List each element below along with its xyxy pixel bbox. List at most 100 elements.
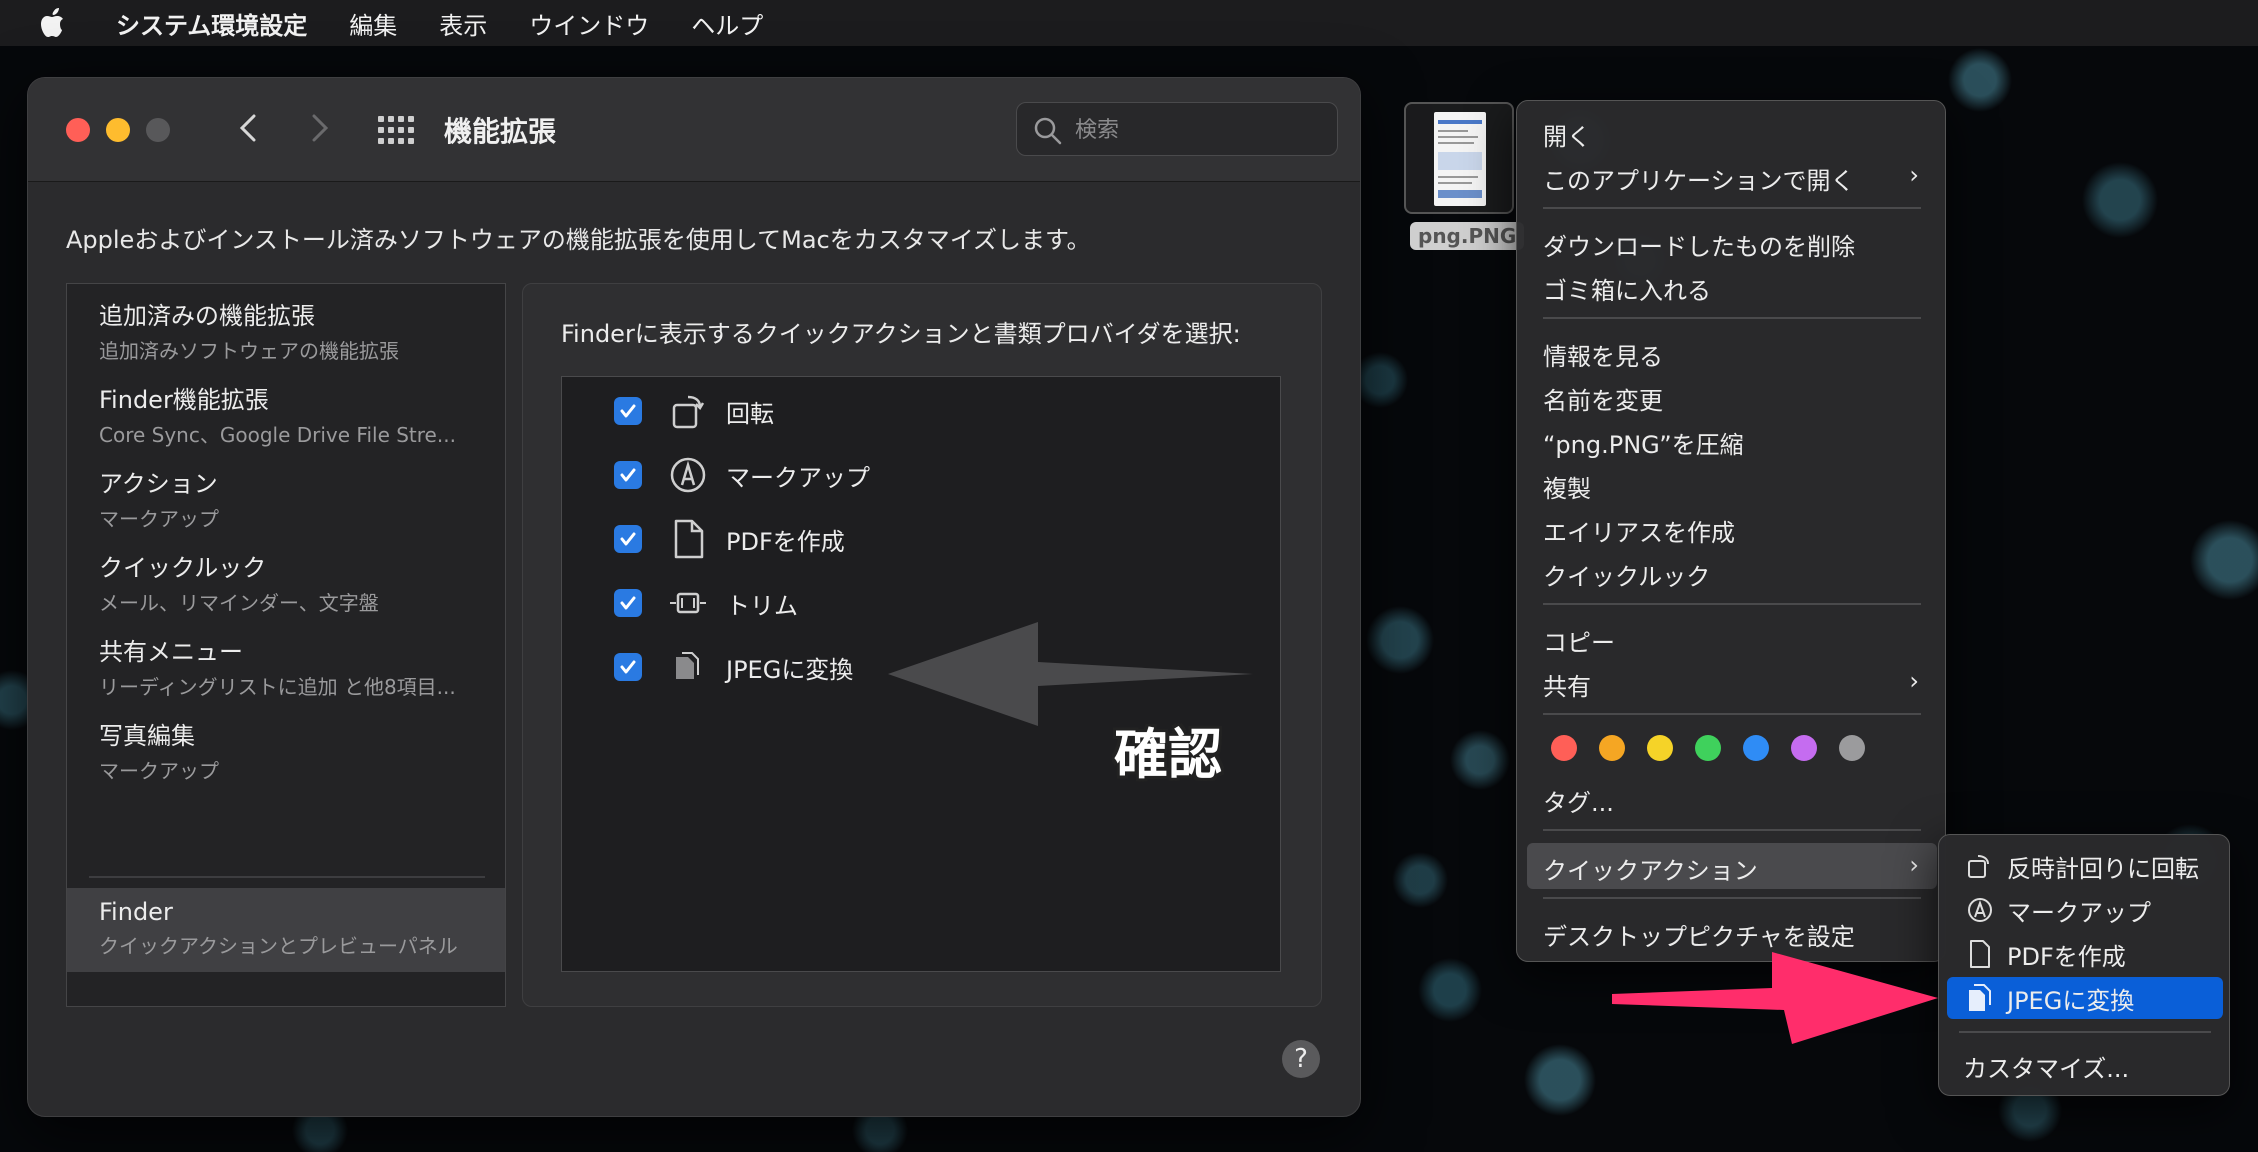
submenu-item-rotate-left[interactable]: 反時計回りに回転	[2007, 849, 2199, 884]
list-item: JPEGに変換	[614, 645, 853, 689]
submenu-item-create-pdf[interactable]: PDFを作成	[2007, 937, 2126, 972]
sidebar-item-actions[interactable]: アクション マークアップ	[67, 454, 505, 538]
menu-item-share[interactable]: 共有	[1543, 667, 1591, 702]
menu-item-rename[interactable]: 名前を変更	[1543, 381, 1663, 416]
checkbox-convert-jpeg[interactable]	[614, 653, 642, 681]
minimize-window-button[interactable]	[106, 118, 130, 142]
menu-item-move-to-trash[interactable]: ゴミ箱に入れる	[1543, 271, 1711, 306]
submenu-item-customize[interactable]: カスタマイズ...	[1963, 1049, 2129, 1084]
file-preview-image	[1434, 112, 1486, 206]
sidebar-item-subtitle: クイックアクションとプレビューパネル	[99, 934, 458, 958]
help-button[interactable]: ?	[1282, 1040, 1320, 1078]
menu-window[interactable]: ウインドウ	[529, 6, 649, 41]
rotate-left-icon	[1965, 851, 1995, 881]
menu-separator	[1543, 317, 1921, 319]
convert-icon	[1965, 983, 1995, 1013]
action-label: トリム	[726, 591, 798, 620]
menu-separator	[1543, 829, 1921, 831]
sidebar-item-title: Finder機能拡張	[99, 386, 269, 414]
menu-item-copy[interactable]: コピー	[1543, 623, 1615, 658]
menu-item-quick-look[interactable]: クイックルック	[1543, 557, 1710, 592]
menu-item-open[interactable]: 開く	[1543, 117, 1591, 152]
list-item: PDFを作成	[614, 517, 845, 561]
context-menu: 開く このアプリケーションで開く › ダウンロードしたものを削除 ゴミ箱に入れる…	[1516, 100, 1946, 962]
sidebar-item-title: 追加済みの機能拡張	[99, 302, 315, 330]
menu-help[interactable]: ヘルプ	[691, 6, 763, 41]
menu-item-quick-actions[interactable]: クイックアクション	[1543, 851, 1758, 886]
sidebar-item-subtitle: マークアップ	[99, 507, 219, 531]
checkbox-rotate[interactable]	[614, 397, 642, 425]
menu-separator	[1543, 897, 1921, 899]
tag-yellow-dot[interactable]	[1647, 735, 1673, 761]
submenu-item-markup[interactable]: マークアップ	[2007, 893, 2151, 928]
sidebar-item-title: アクション	[99, 470, 218, 498]
list-item: マークアップ	[614, 453, 870, 497]
tag-blue-dot[interactable]	[1743, 735, 1769, 761]
close-window-button[interactable]	[66, 118, 90, 142]
sidebar-item-added-extensions[interactable]: 追加済みの機能拡張 追加済みソフトウェアの機能拡張	[67, 286, 505, 370]
menu-separator	[1543, 207, 1921, 209]
sidebar-item-subtitle: 追加済みソフトウェアの機能拡張	[99, 339, 399, 363]
forward-icon[interactable]	[300, 108, 340, 148]
quick-actions-submenu: 反時計回りに回転 マークアップ PDFを作成 JPEGに変換 カスタマイズ...	[1938, 834, 2230, 1096]
sidebar-item-subtitle: リーディングリストに追加 と他8項目...	[99, 675, 456, 699]
apple-logo-icon[interactable]	[40, 7, 80, 39]
menu-item-open-with[interactable]: このアプリケーションで開く	[1543, 161, 1855, 196]
chevron-right-icon: ›	[1909, 161, 1919, 189]
menu-item-delete-download[interactable]: ダウンロードしたものを削除	[1543, 227, 1855, 262]
checkbox-markup[interactable]	[614, 461, 642, 489]
menu-app-name[interactable]: システム環境設定	[116, 6, 307, 41]
page-description: Appleおよびインストール済みソフトウェアの機能拡張を使用してMacをカスタマ…	[66, 226, 1091, 254]
rotate-icon	[666, 389, 710, 433]
action-label: PDFを作成	[726, 527, 845, 556]
sidebar-item-finder-extensions[interactable]: Finder機能拡張 Core Sync、Google Drive File S…	[67, 370, 505, 454]
menu-item-get-info[interactable]: 情報を見る	[1543, 337, 1663, 372]
file-thumbnail[interactable]	[1404, 102, 1514, 214]
menu-edit[interactable]: 編集	[349, 6, 397, 41]
sidebar-item-finder[interactable]: Finder クイックアクションとプレビューパネル	[67, 888, 505, 972]
back-icon[interactable]	[228, 108, 268, 148]
sidebar-item-title: 共有メニュー	[99, 638, 243, 666]
show-all-grid-icon[interactable]	[376, 112, 416, 148]
window-toolbar: 機能拡張	[28, 78, 1360, 182]
search-icon	[1034, 117, 1062, 145]
sidebar-item-title: Finder	[99, 898, 173, 926]
tag-red-dot[interactable]	[1551, 735, 1577, 761]
sidebar-divider	[89, 876, 485, 878]
menu-separator	[1543, 713, 1921, 715]
sidebar-item-share-menu[interactable]: 共有メニュー リーディングリストに追加 と他8項目...	[67, 622, 505, 706]
checkbox-create-pdf[interactable]	[614, 525, 642, 553]
menu-item-make-alias[interactable]: エイリアスを作成	[1543, 513, 1735, 548]
trim-icon	[666, 581, 710, 625]
zoom-window-button[interactable]	[146, 118, 170, 142]
menu-bar: システム環境設定 編集 表示 ウインドウ ヘルプ	[0, 0, 2258, 46]
search-field[interactable]	[1016, 102, 1338, 156]
sidebar-item-photo-editing[interactable]: 写真編集 マークアップ	[67, 706, 505, 790]
annotation-label: 確認	[1114, 723, 1222, 786]
extensions-sidebar: 追加済みの機能拡張 追加済みソフトウェアの機能拡張 Finder機能拡張 Cor…	[66, 283, 506, 1007]
menu-view[interactable]: 表示	[439, 6, 487, 41]
menu-item-compress[interactable]: “png.PNG”を圧縮	[1543, 425, 1744, 460]
chevron-right-icon: ›	[1909, 851, 1919, 879]
sidebar-item-title: 写真編集	[99, 722, 195, 750]
menu-item-tags[interactable]: タグ...	[1543, 783, 1614, 818]
list-item: トリム	[614, 581, 798, 625]
tag-purple-dot[interactable]	[1791, 735, 1817, 761]
menu-item-duplicate[interactable]: 複製	[1543, 469, 1591, 504]
submenu-item-convert-jpeg[interactable]: JPEGに変換	[2007, 981, 2134, 1016]
action-label: マークアップ	[726, 463, 870, 492]
tag-orange-dot[interactable]	[1599, 735, 1625, 761]
tag-green-dot[interactable]	[1695, 735, 1721, 761]
sidebar-item-quicklook[interactable]: クイックルック メール、リマインダー、文字盤	[67, 538, 505, 622]
sidebar-item-title: クイックルック	[99, 554, 267, 582]
file-name-label[interactable]: png.PNG	[1410, 222, 1525, 250]
search-input[interactable]	[1075, 111, 1325, 149]
menu-item-set-desktop-picture[interactable]: デスクトップピクチャを設定	[1543, 917, 1855, 952]
markup-icon	[1965, 895, 1995, 925]
checkbox-trim[interactable]	[614, 589, 642, 617]
tag-gray-dot[interactable]	[1839, 735, 1865, 761]
window-title: 機能拡張	[444, 115, 557, 148]
sidebar-item-subtitle: マークアップ	[99, 759, 219, 783]
annotation-pink-arrow	[1612, 952, 1938, 1044]
action-label: 回転	[726, 399, 774, 428]
